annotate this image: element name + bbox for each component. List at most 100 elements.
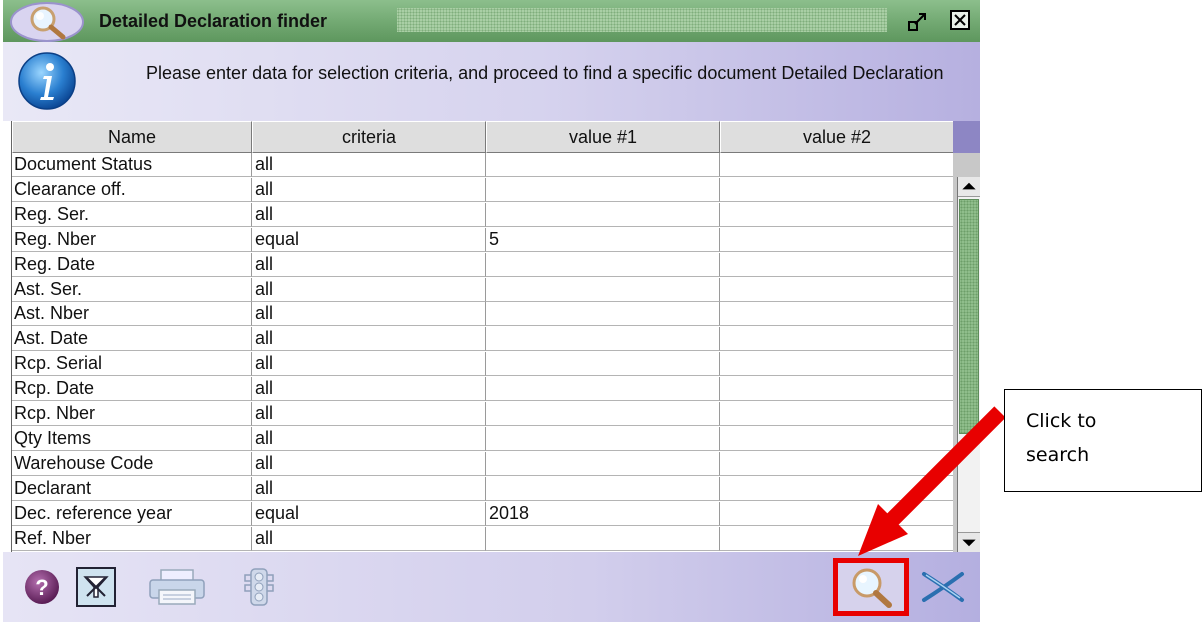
cell-value2[interactable] [720,427,953,451]
cell-criteria[interactable]: all [252,177,486,202]
cell-criteria[interactable]: all [252,153,486,177]
cell-value2[interactable] [720,153,953,177]
cell-criteria[interactable]: equal [252,227,486,252]
cell-name[interactable]: Ast. Date [12,327,252,352]
scroll-down-icon[interactable] [958,532,980,552]
column-header-criteria[interactable]: criteria [252,121,486,153]
table-row[interactable]: Clearance off. all [12,177,953,202]
cell-name[interactable]: Rcp. Date [12,377,252,402]
table-row[interactable]: Declarant all [12,476,953,501]
cell-value2[interactable] [720,402,953,426]
vertical-scrollbar[interactable] [957,177,980,552]
cell-criteria[interactable]: all [252,402,486,426]
cell-criteria[interactable]: all [252,277,486,302]
table-row[interactable]: Reg. Nber equal 5 [12,227,953,252]
table-row[interactable]: Ast. Date all [12,327,953,352]
cell-value2[interactable] [720,477,953,501]
cell-name[interactable]: Reg. Date [12,252,252,277]
cell-value2[interactable] [720,502,953,526]
cell-value2[interactable] [720,302,953,327]
cell-criteria[interactable]: all [252,327,486,352]
table-row[interactable]: Qty Items all [12,426,953,451]
cell-value1[interactable] [486,153,720,177]
cell-criteria[interactable]: all [252,302,486,327]
cell-value1[interactable] [486,352,720,377]
cell-value1[interactable] [486,476,720,501]
cell-name[interactable]: Warehouse Code [12,451,252,476]
table-row[interactable]: Rcp. Date all [12,377,953,402]
cell-value1[interactable] [486,277,720,302]
close-button[interactable] [915,566,971,608]
cell-criteria[interactable]: all [252,451,486,476]
cell-value1[interactable] [486,202,720,227]
cell-value2[interactable] [720,203,953,227]
cell-criteria[interactable]: all [252,476,486,501]
table-row[interactable]: Ref. Nber all [12,526,953,551]
cell-criteria[interactable]: equal [252,501,486,526]
cell-value2[interactable] [720,178,953,202]
cell-name[interactable]: Qty Items [12,426,252,451]
search-button[interactable] [833,558,909,616]
cell-name[interactable]: Clearance off. [12,177,252,202]
print-button[interactable] [145,566,209,608]
column-header-value1[interactable]: value #1 [486,121,720,153]
cell-value1[interactable] [486,377,720,402]
cell-name[interactable]: Ast. Ser. [12,277,252,302]
cell-criteria[interactable]: all [252,352,486,377]
clear-filter-icon [83,576,109,598]
table-row[interactable]: Dec. reference year equal 2018 [12,501,953,526]
cell-value1[interactable]: 2018 [486,501,720,526]
cell-value2[interactable] [720,228,953,252]
table-row[interactable]: Rcp. Serial all [12,352,953,377]
cell-criteria[interactable]: all [252,377,486,402]
cell-value2[interactable] [720,452,953,476]
declaration-finder-window: Detailed Declaration finder Please enter… [3,0,980,622]
table-row[interactable]: Ast. Ser. all [12,277,953,302]
cell-value2[interactable] [720,327,953,352]
cell-criteria[interactable]: all [252,202,486,227]
cell-value2[interactable] [720,253,953,277]
cell-value1[interactable] [486,451,720,476]
cell-name[interactable]: Dec. reference year [12,501,252,526]
table-row[interactable]: Rcp. Nber all [12,402,953,426]
cell-value1[interactable] [486,426,720,451]
status-lights-button[interactable] [238,566,280,608]
column-header-name[interactable]: Name [12,121,252,153]
table-row[interactable]: Reg. Date all [12,252,953,277]
cell-name[interactable]: Ast. Nber [12,302,252,327]
title-bar[interactable]: Detailed Declaration finder [3,0,980,42]
cell-name[interactable]: Reg. Ser. [12,202,252,227]
scroll-up-icon[interactable] [958,177,980,197]
cell-name[interactable]: Declarant [12,476,252,501]
scroll-thumb[interactable] [959,199,979,434]
cell-value2[interactable] [720,278,953,302]
cell-name[interactable]: Ref. Nber [12,526,252,551]
cell-name[interactable]: Document Status [12,153,252,177]
cell-value2[interactable] [720,527,953,551]
cell-value2[interactable] [720,377,953,402]
cell-value1[interactable] [486,402,720,426]
table-row[interactable]: Warehouse Code all [12,451,953,476]
close-icon[interactable] [949,9,971,31]
table-row[interactable]: Ast. Nber all [12,302,953,327]
cell-value1[interactable]: 5 [486,227,720,252]
clear-filter-button[interactable] [76,567,116,607]
callout-line-2: search [1026,444,1090,466]
cell-value1[interactable] [486,526,720,551]
restore-icon[interactable] [907,10,929,32]
cell-name[interactable]: Rcp. Serial [12,352,252,377]
table-row[interactable]: Document Status all [12,153,953,177]
cell-name[interactable]: Reg. Nber [12,227,252,252]
table-row[interactable]: Reg. Ser. all [12,202,953,227]
cell-value2[interactable] [720,352,953,377]
column-header-value2[interactable]: value #2 [720,121,953,153]
cell-value1[interactable] [486,302,720,327]
cell-value1[interactable] [486,327,720,352]
cell-criteria[interactable]: all [252,252,486,277]
cell-value1[interactable] [486,177,720,202]
cell-criteria[interactable]: all [252,526,486,551]
cell-criteria[interactable]: all [252,426,486,451]
cell-value1[interactable] [486,252,720,277]
help-button[interactable]: ? [21,566,63,608]
cell-name[interactable]: Rcp. Nber [12,402,252,426]
